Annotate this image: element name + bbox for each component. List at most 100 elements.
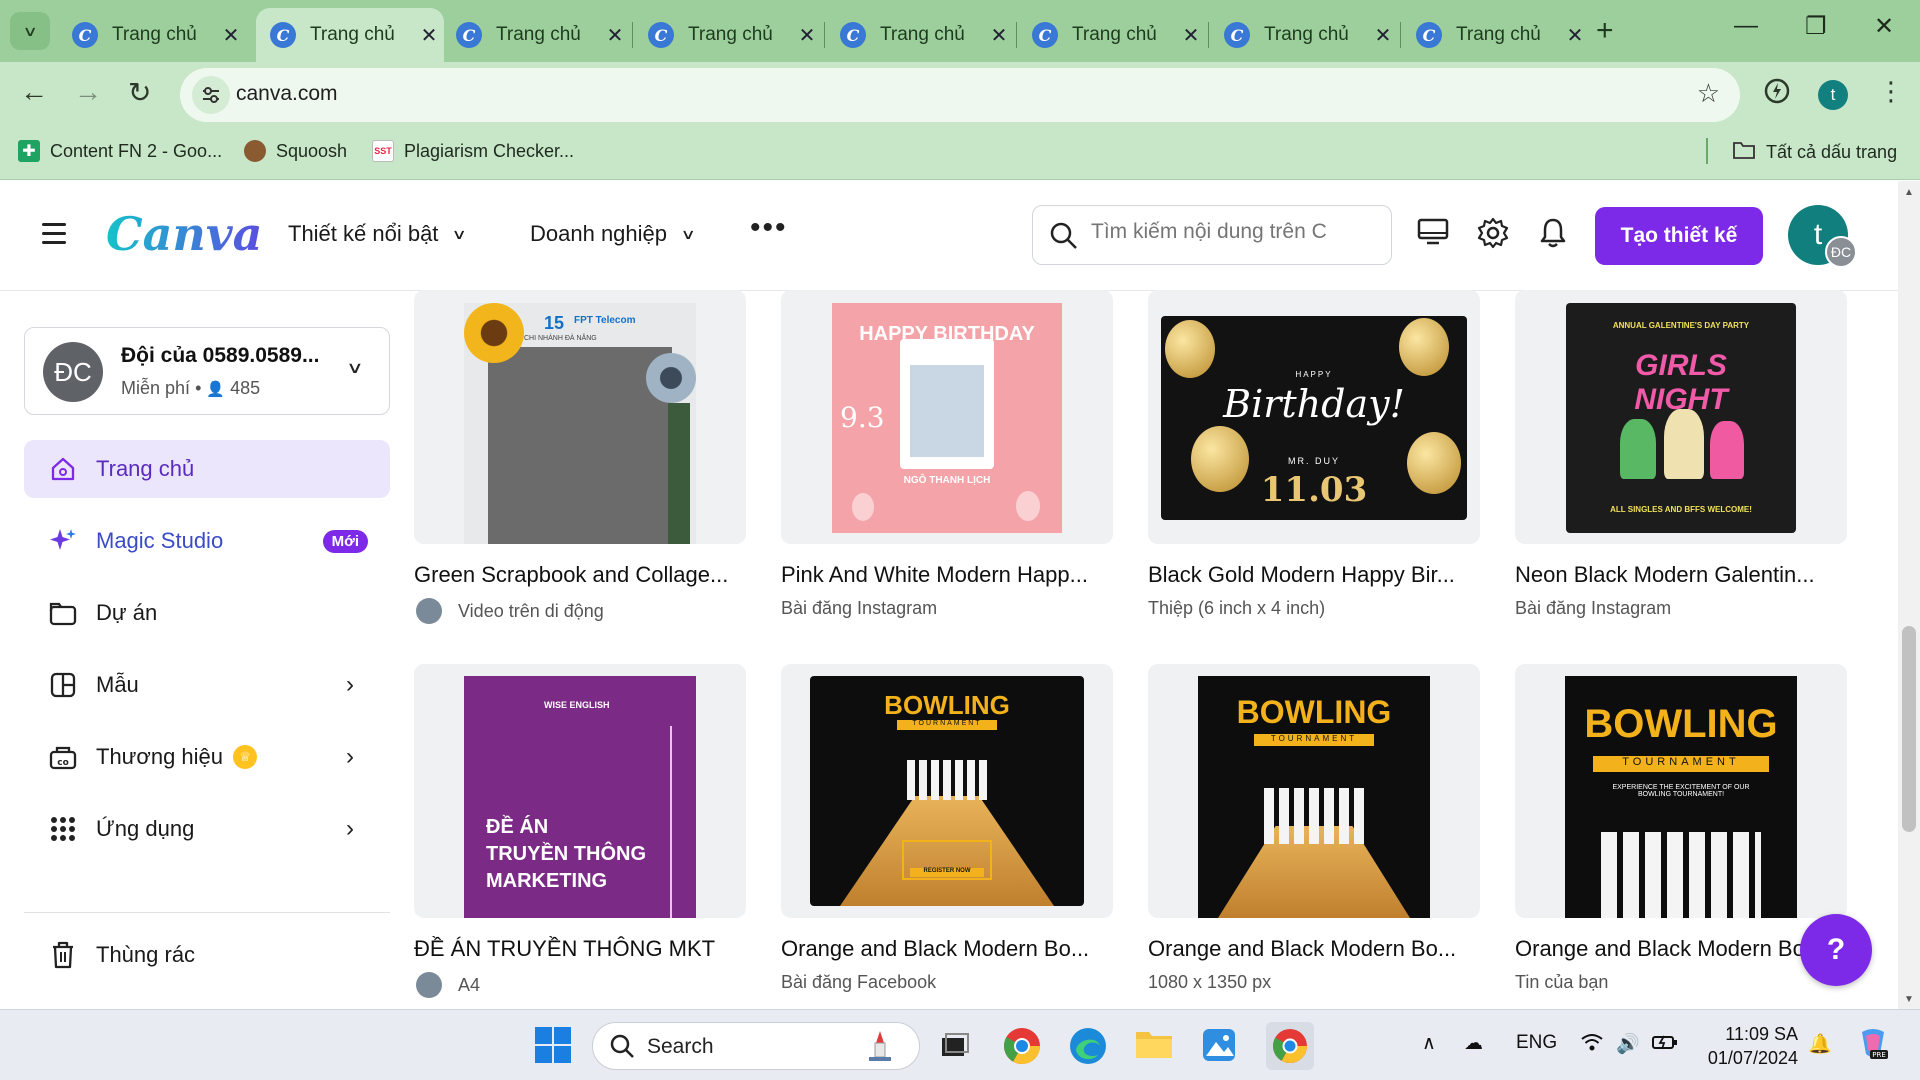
onedrive-icon[interactable]: ☁	[1464, 1032, 1483, 1055]
sidebar-item-magic-studio[interactable]: Magic Studio Mới	[24, 512, 390, 570]
tab-close-icon[interactable]: ✕	[414, 23, 444, 48]
search-input[interactable]	[1091, 220, 1331, 244]
tab-close-icon[interactable]: ✕	[792, 23, 822, 48]
design-thumbnail[interactable]: BOWLING TOURNAMENT	[1148, 664, 1480, 918]
design-title[interactable]: Orange and Black Modern Bo...	[1515, 936, 1847, 962]
bookmark-star-icon[interactable]: ☆	[1697, 78, 1720, 109]
team-switcher[interactable]: ĐC Đội của 0589.0589... Miễn phí • 👤 485…	[24, 327, 390, 415]
clock[interactable]: 11:09 SA 01/07/2024	[1702, 1022, 1798, 1070]
copilot-icon[interactable]: PRE	[1856, 1026, 1890, 1066]
menu-icon[interactable]	[42, 223, 66, 250]
search-box[interactable]	[1032, 205, 1392, 265]
design-card[interactable]: ANNUAL GALENTINE'S DAY PARTY GIRLS NIGHT…	[1515, 290, 1847, 619]
tab-close-icon[interactable]: ✕	[984, 23, 1014, 48]
design-thumbnail[interactable]: WISE ENGLISH ĐỀ ÁN TRUYỀN THÔNG MARKETIN…	[414, 664, 746, 918]
sidebar-item-trash[interactable]: Thùng rác	[24, 926, 390, 984]
new-tab-button[interactable]: +	[1596, 14, 1614, 48]
design-card[interactable]: BOWLING TOURNAMENT Orange and Black Mode…	[1148, 664, 1480, 993]
windows-start-icon[interactable]	[534, 1026, 574, 1066]
design-thumbnail[interactable]: HAPPY Birthday! MR. DUY 11.03	[1148, 290, 1480, 544]
design-title[interactable]: Pink And White Modern Happ...	[781, 562, 1113, 588]
reload-button[interactable]: ↻	[128, 76, 151, 109]
more-menu-icon[interactable]: ⋮	[1878, 76, 1904, 107]
bookmark-squoosh[interactable]: Squoosh	[244, 140, 347, 162]
address-bar[interactable]: canva.com ☆	[180, 68, 1740, 122]
notification-icon[interactable]: 🔔	[1808, 1032, 1832, 1056]
bookmark-plagiarism[interactable]: SST Plagiarism Checker...	[372, 140, 574, 162]
design-card[interactable]: BOWLING TOURNAMENT EXPERIENCE THE EXCITE…	[1515, 664, 1847, 993]
tab-4[interactable]: C Trang chủ ✕	[634, 8, 822, 62]
sidebar-item-apps[interactable]: Ứng dụng ›	[24, 800, 390, 858]
settings-gear-icon[interactable]	[1477, 217, 1509, 254]
design-card[interactable]: HAPPY BIRTHDAY 9.3 NGÔ THANH LỊCH Pink A…	[781, 290, 1113, 619]
design-thumbnail[interactable]: ANNUAL GALENTINE'S DAY PARTY GIRLS NIGHT…	[1515, 290, 1847, 544]
sidebar-item-templates[interactable]: Mẫu ›	[24, 656, 390, 714]
design-card[interactable]: BOWLING TOURNAMENT REGISTER NOW Orange a…	[781, 664, 1113, 993]
tab-close-icon[interactable]: ✕	[1368, 23, 1398, 48]
extension-icon[interactable]	[1762, 76, 1792, 111]
more-options-icon[interactable]: •••	[750, 211, 788, 245]
tab-close-icon[interactable]: ✕	[600, 23, 630, 48]
all-bookmarks[interactable]: Tất cả dấu trang	[1732, 140, 1897, 165]
profile-avatar[interactable]: t	[1818, 80, 1848, 110]
close-window-button[interactable]: ✕	[1874, 12, 1894, 41]
page-scrollbar[interactable]: ▲ ▼	[1898, 181, 1920, 1009]
task-view-icon[interactable]	[934, 1026, 974, 1066]
photos-icon[interactable]	[1200, 1026, 1240, 1066]
design-title[interactable]: ĐỀ ÁN TRUYỀN THÔNG MKT	[414, 936, 746, 962]
tab-close-icon[interactable]: ✕	[1560, 23, 1590, 48]
canva-logo[interactable]: Canva	[106, 207, 262, 261]
file-explorer-icon[interactable]	[1134, 1026, 1174, 1066]
design-title[interactable]: Orange and Black Modern Bo...	[781, 936, 1113, 962]
scroll-up-icon[interactable]: ▲	[1904, 187, 1914, 198]
chrome-icon[interactable]	[1002, 1026, 1042, 1066]
battery-icon[interactable]	[1652, 1032, 1678, 1058]
sidebar-item-home[interactable]: Trang chủ	[24, 440, 390, 498]
design-thumbnail[interactable]: HAPPY BIRTHDAY 9.3 NGÔ THANH LỊCH	[781, 290, 1113, 544]
tab-close-icon[interactable]: ✕	[216, 23, 246, 48]
sidebar-item-brand[interactable]: co Thương hiệu ♕ ›	[24, 728, 390, 786]
back-button[interactable]: ←	[20, 76, 48, 108]
wifi-icon[interactable]	[1580, 1032, 1604, 1058]
sidebar-item-projects[interactable]: Dự án	[24, 584, 390, 642]
help-button[interactable]: ?	[1800, 914, 1872, 986]
scrollbar-thumb[interactable]	[1902, 626, 1916, 832]
tab-search-button[interactable]: ∨	[10, 12, 50, 50]
tab-2[interactable]: C Trang chủ ✕	[256, 8, 444, 62]
forward-button[interactable]: →	[74, 76, 102, 108]
design-card[interactable]: 15 FPT Telecom CHI NHÁNH ĐÀ NẴNG Green S…	[414, 290, 746, 624]
tab-1[interactable]: C Trang chủ ✕	[58, 8, 246, 62]
minimize-button[interactable]: —	[1734, 12, 1758, 40]
chrome-profile-icon[interactable]	[1266, 1022, 1314, 1070]
language-indicator[interactable]: ENG	[1516, 1032, 1557, 1054]
taskbar-search[interactable]: Search	[592, 1022, 920, 1070]
design-card[interactable]: WISE ENGLISH ĐỀ ÁN TRUYỀN THÔNG MARKETIN…	[414, 664, 746, 998]
edge-icon[interactable]	[1068, 1026, 1108, 1066]
design-title[interactable]: Orange and Black Modern Bo...	[1148, 936, 1480, 962]
bookmark-label: Content FN 2 - Goo...	[50, 140, 223, 161]
tab-5[interactable]: C Trang chủ ✕	[826, 8, 1014, 62]
design-thumbnail[interactable]: BOWLING TOURNAMENT REGISTER NOW	[781, 664, 1113, 918]
design-thumbnail[interactable]: 15 FPT Telecom CHI NHÁNH ĐÀ NẴNG	[414, 290, 746, 544]
design-thumbnail[interactable]: BOWLING TOURNAMENT EXPERIENCE THE EXCITE…	[1515, 664, 1847, 918]
tab-6[interactable]: C Trang chủ ✕	[1018, 8, 1206, 62]
nav-featured-designs[interactable]: Thiết kế nổi bật ∨	[288, 221, 467, 247]
design-title[interactable]: Black Gold Modern Happy Bir...	[1148, 562, 1480, 588]
show-hidden-icons[interactable]: ∧	[1422, 1032, 1436, 1055]
tab-close-icon[interactable]: ✕	[1176, 23, 1206, 48]
tab-8[interactable]: C Trang chủ ✕	[1402, 8, 1590, 62]
restore-button[interactable]: ❐	[1805, 12, 1827, 41]
design-title[interactable]: Green Scrapbook and Collage...	[414, 562, 746, 588]
design-title[interactable]: Neon Black Modern Galentin...	[1515, 562, 1847, 588]
site-info-icon[interactable]	[192, 76, 230, 114]
desktop-app-icon[interactable]	[1417, 217, 1449, 252]
design-card[interactable]: HAPPY Birthday! MR. DUY 11.03 Black Gold…	[1148, 290, 1480, 619]
tab-3[interactable]: C Trang chủ ✕	[442, 8, 630, 62]
notification-bell-icon[interactable]	[1538, 217, 1568, 254]
nav-business[interactable]: Doanh nghiệp ∨	[530, 221, 696, 247]
scroll-down-icon[interactable]: ▼	[1904, 994, 1914, 1005]
tab-7[interactable]: C Trang chủ ✕	[1210, 8, 1398, 62]
volume-icon[interactable]: 🔊	[1616, 1032, 1640, 1056]
bookmark-content-fn[interactable]: ✚ Content FN 2 - Goo...	[18, 140, 222, 162]
create-design-button[interactable]: Tạo thiết kế	[1595, 207, 1763, 265]
